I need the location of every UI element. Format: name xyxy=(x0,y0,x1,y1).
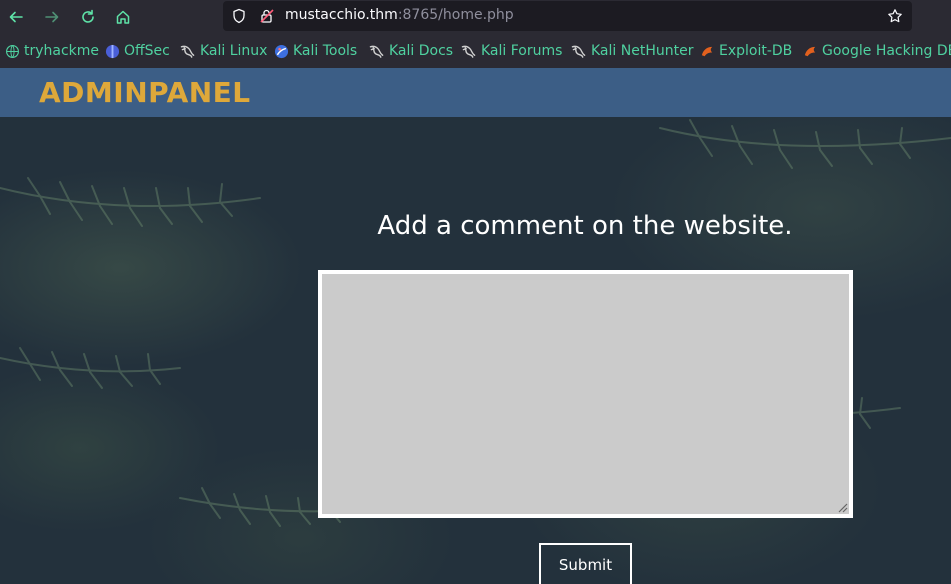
kali-dragon-icon xyxy=(571,45,586,58)
admin-header: ADMINPANEL xyxy=(0,68,951,117)
bookmark-label: OffSec xyxy=(124,43,170,59)
bookmark-kali-docs[interactable]: Kali Docs xyxy=(369,42,453,60)
bookmark-kali-linux[interactable]: Kali Linux xyxy=(180,42,267,60)
exploit-db-icon xyxy=(804,46,816,56)
kali-tools-icon xyxy=(274,44,289,58)
globe-icon xyxy=(6,44,19,58)
star-icon[interactable] xyxy=(887,8,903,24)
reload-button[interactable] xyxy=(76,5,100,29)
resize-grip-icon[interactable] xyxy=(836,501,848,513)
exploit-db-icon xyxy=(701,46,713,56)
home-button[interactable] xyxy=(111,5,135,29)
bookmark-tryhackme[interactable]: tryhackme xyxy=(5,42,99,60)
brand-title[interactable]: ADMINPANEL xyxy=(39,76,251,109)
bookmark-exploit-db[interactable]: Exploit-DB xyxy=(700,42,792,60)
bookmark-label: Google Hacking DB xyxy=(822,43,951,59)
offsec-icon xyxy=(105,44,120,58)
page-content: ADMINPANEL Add a comment on the website.… xyxy=(0,68,951,584)
url-bar[interactable]: mustacchio.thm:8765/home.php xyxy=(223,1,912,31)
kali-dragon-icon xyxy=(461,45,476,58)
bookmark-label: tryhackme xyxy=(24,43,100,59)
bookmark-label: Kali Forums xyxy=(481,43,563,59)
submit-button[interactable]: Submit xyxy=(539,543,632,584)
back-button[interactable] xyxy=(4,5,28,29)
browser-toolbar: mustacchio.thm:8765/home.php xyxy=(0,0,951,34)
bookmark-offsec[interactable]: OffSec xyxy=(105,42,170,60)
comment-textarea[interactable] xyxy=(318,270,853,518)
reload-icon xyxy=(82,9,94,23)
bookmark-label: Kali Linux xyxy=(200,43,268,59)
bookmark-label: Exploit-DB xyxy=(719,43,793,59)
arrow-left-icon xyxy=(9,11,23,23)
bookmark-label: Kali NetHunter xyxy=(591,43,694,59)
bookmark-label: Kali Tools xyxy=(293,43,358,59)
bookmark-label: Kali Docs xyxy=(389,43,454,59)
bookmark-google-hacking-db[interactable]: Google Hacking DB xyxy=(803,42,951,60)
bookmark-kali-nethunter[interactable]: Kali NetHunter xyxy=(571,42,693,60)
bookmark-kali-tools[interactable]: Kali Tools xyxy=(274,42,357,60)
kali-dragon-icon xyxy=(369,45,384,58)
comment-heading: Add a comment on the website. xyxy=(377,211,793,241)
home-icon xyxy=(116,10,130,24)
insecure-lock-icon[interactable] xyxy=(259,8,275,24)
url-host: mustacchio.thm xyxy=(285,7,398,23)
url-text[interactable]: mustacchio.thm:8765/home.php xyxy=(285,7,514,23)
bookmark-kali-forums[interactable]: Kali Forums xyxy=(461,42,562,60)
forward-button[interactable] xyxy=(40,5,64,29)
shield-icon[interactable] xyxy=(231,8,247,24)
kali-dragon-icon xyxy=(180,45,195,58)
url-path: :8765/home.php xyxy=(397,7,514,23)
arrow-right-icon xyxy=(45,11,59,23)
bookmarks-bar: tryhackme OffSec Kali Linux Kali Tools K… xyxy=(0,34,951,68)
